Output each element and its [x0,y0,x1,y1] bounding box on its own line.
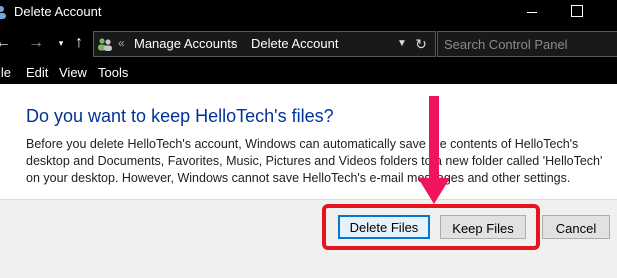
chevron-down-icon[interactable]: ▼ [394,34,410,54]
forward-arrow-icon[interactable]: → [27,33,45,53]
cancel-button[interactable]: Cancel [542,215,610,239]
menu-bar: ile Edit View Tools [0,62,617,84]
window-title: Delete Account [14,4,102,19]
menu-tools[interactable]: Tools [98,65,128,80]
menu-view[interactable]: View [59,65,87,80]
menu-edit[interactable]: Edit [26,65,48,80]
search-box[interactable] [437,31,617,57]
address-bar[interactable]: « Manage Accounts › Delete Account ▼ ↻ [93,31,436,57]
maximize-button[interactable] [571,5,583,17]
breadcrumb-manage-accounts[interactable]: Manage Accounts [134,36,237,51]
description-text: Before you delete HelloTech's account, W… [26,137,603,185]
up-arrow-icon[interactable]: ↑ [70,33,88,53]
user-accounts-icon [98,38,112,51]
menu-file[interactable]: ile [0,65,11,80]
delete-files-button[interactable]: Delete Files [338,215,430,239]
breadcrumb-delete-account[interactable]: Delete Account [251,36,338,51]
user-accounts-icon [0,6,6,19]
breadcrumb-chevron-icon[interactable]: › [231,36,235,50]
recent-locations-chevron-icon[interactable]: ▾ [52,33,70,53]
keep-files-button[interactable]: Keep Files [440,215,526,239]
back-arrow-icon[interactable]: ← [0,33,12,53]
page-title: Do you want to keep HelloTech's files? [26,106,334,126]
title-bar: Delete Account [0,0,617,24]
search-input[interactable] [438,32,608,56]
breadcrumb-overflow[interactable]: « [118,36,125,50]
button-bar: Delete Files Keep Files Cancel [0,199,617,278]
minimize-button[interactable] [522,4,542,20]
navigation-bar: ← → ▾ ↑ « Manage Accounts › Delete Accou… [0,24,617,62]
refresh-icon[interactable]: ↻ [412,34,430,54]
